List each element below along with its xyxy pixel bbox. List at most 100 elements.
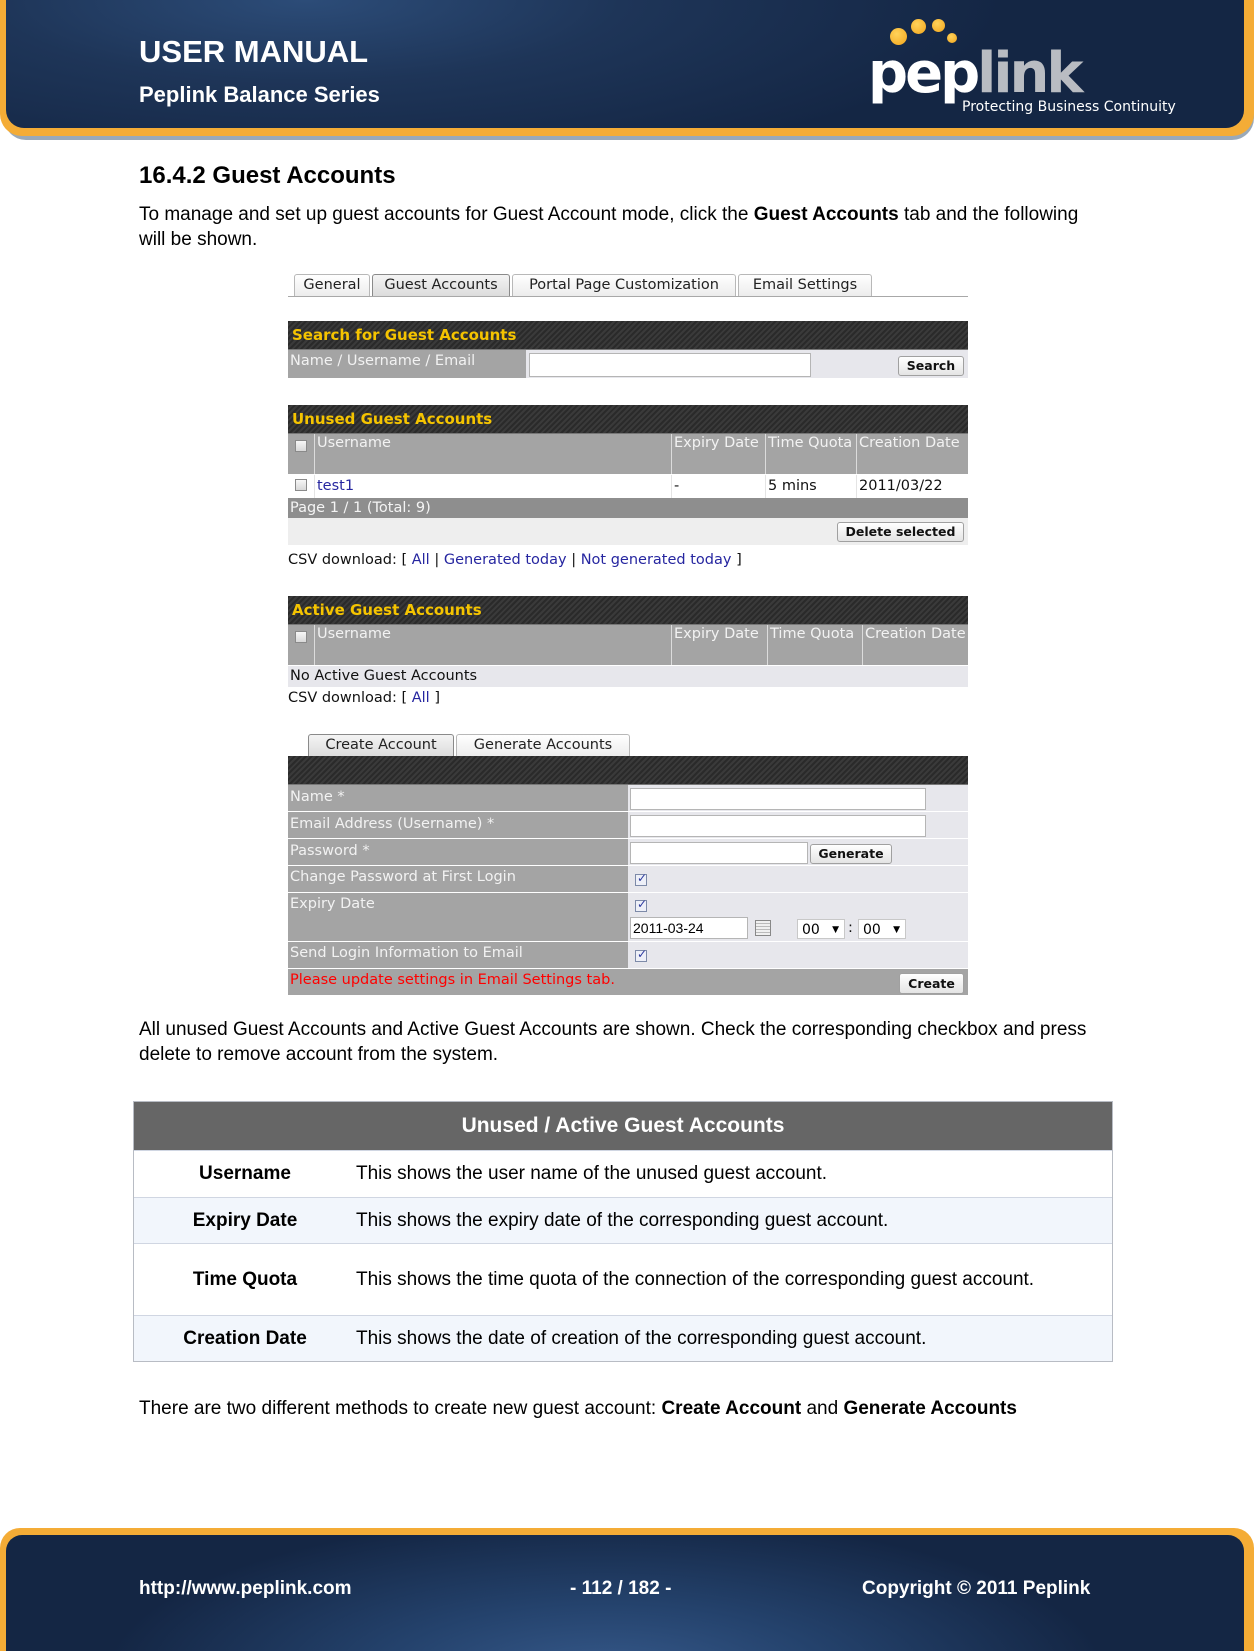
reference-desc: This shows the user name of the unused g… bbox=[356, 1163, 828, 1184]
tab-email-settings[interactable]: Email Settings bbox=[738, 274, 872, 296]
search-button[interactable]: Search bbox=[898, 356, 964, 376]
email-label: Email Address (Username) * bbox=[288, 812, 628, 838]
row-checkbox[interactable] bbox=[295, 479, 307, 491]
closing-text-and: and bbox=[801, 1398, 844, 1419]
unused-section-header: Unused Guest Accounts bbox=[288, 405, 968, 434]
active-csv-download: CSV download: [ All ] bbox=[288, 690, 440, 706]
closing-bold-generate: Generate Accounts bbox=[843, 1398, 1017, 1419]
change-password-cell bbox=[628, 866, 968, 892]
expiry-hour-select[interactable]: 00 ▼ bbox=[797, 919, 845, 939]
csv-not-generated-today-link[interactable]: Not generated today bbox=[581, 552, 732, 568]
csv-separator: | bbox=[571, 552, 577, 568]
password-label: Password * bbox=[288, 839, 628, 865]
unused-csv-download: CSV download: [ All | Generated today | … bbox=[288, 552, 742, 568]
email-settings-warning: Please update settings in Email Settings… bbox=[290, 972, 615, 988]
reference-term: Expiry Date bbox=[192, 1209, 298, 1231]
send-login-label: Send Login Information to Email bbox=[288, 942, 628, 968]
footer-copyright: Copyright © 2011 Peplink bbox=[862, 1578, 1091, 1599]
csv-end: ] bbox=[434, 690, 440, 706]
create-button[interactable]: Create bbox=[899, 973, 964, 994]
csv-all-link[interactable]: All bbox=[412, 690, 430, 706]
unused-select-all-checkbox[interactable] bbox=[295, 440, 307, 452]
name-label: Name * bbox=[288, 785, 628, 811]
reference-desc: This shows the expiry date of the corres… bbox=[356, 1209, 889, 1231]
send-login-checkbox[interactable] bbox=[635, 947, 647, 962]
tab-portal-page-customization[interactable]: Portal Page Customization bbox=[512, 274, 736, 296]
csv-generated-today-link[interactable]: Generated today bbox=[444, 552, 567, 568]
dropdown-caret-icon: ▼ bbox=[832, 925, 839, 935]
generate-password-button[interactable]: Generate bbox=[810, 844, 892, 864]
tab-generate-accounts[interactable]: Generate Accounts bbox=[456, 734, 630, 756]
footer-page-number: - 112 / 182 - bbox=[570, 1578, 672, 1599]
reference-term: Username bbox=[199, 1163, 291, 1184]
tab-general[interactable]: General bbox=[294, 274, 370, 296]
active-col-quota: Time Quota bbox=[768, 625, 863, 665]
create-section-header bbox=[288, 756, 968, 785]
active-section-header: Active Guest Accounts bbox=[288, 596, 968, 625]
active-select-all-checkbox[interactable] bbox=[295, 631, 307, 643]
expiry-date-input[interactable] bbox=[630, 917, 748, 939]
unused-section-title: Unused Guest Accounts bbox=[292, 410, 493, 428]
expiry-hour-value: 00 bbox=[802, 922, 820, 938]
csv-end: ] bbox=[736, 552, 742, 568]
password-input[interactable] bbox=[630, 842, 808, 864]
row-username-link[interactable]: test1 bbox=[315, 475, 672, 498]
page-footer: http://www.peplink.com - 112 / 182 - Cop… bbox=[0, 1528, 1254, 1651]
logo-tagline: Protecting Business Continuity bbox=[962, 99, 1176, 115]
send-login-cell bbox=[628, 942, 968, 968]
row-expiry: - bbox=[672, 475, 766, 498]
closing-paragraph: There are two different methods to creat… bbox=[139, 1396, 1139, 1421]
row-checkbox-cell bbox=[288, 475, 315, 498]
tab-guest-accounts[interactable]: Guest Accounts bbox=[372, 274, 510, 296]
expiry-minute-value: 00 bbox=[863, 922, 881, 938]
reference-row: Creation Date This shows the date of cre… bbox=[134, 1315, 1112, 1361]
reference-row: Time Quota This shows the time quota of … bbox=[134, 1243, 1112, 1315]
footer-url[interactable]: http://www.peplink.com bbox=[139, 1578, 352, 1600]
csv-label: CSV download: [ bbox=[288, 552, 408, 568]
row-created: 2011/03/22 bbox=[857, 475, 968, 498]
closing-text: There are two different methods to creat… bbox=[139, 1398, 662, 1419]
section-title: 16.4.2 Guest Accounts bbox=[139, 162, 396, 189]
active-col-created: Creation Date bbox=[863, 625, 968, 665]
csv-label: CSV download: [ bbox=[288, 690, 408, 706]
email-input[interactable] bbox=[630, 815, 926, 837]
logo-wordmark-pep: pep bbox=[868, 41, 980, 106]
closing-bold-create: Create Account bbox=[661, 1398, 802, 1419]
csv-all-link[interactable]: All bbox=[412, 552, 430, 568]
active-col-expiry: Expiry Date bbox=[672, 625, 768, 665]
expiry-date-label: Expiry Date bbox=[288, 893, 628, 941]
peplink-logo: peplink Protecting Business Continuity bbox=[866, 16, 1196, 121]
reference-row: Username This shows the user name of the… bbox=[134, 1150, 1112, 1197]
intro-paragraph: To manage and set up guest accounts for … bbox=[139, 202, 1099, 252]
name-input[interactable] bbox=[630, 788, 926, 810]
reference-term: Time Quota bbox=[192, 1268, 298, 1290]
row-quota: 5 mins bbox=[766, 475, 857, 498]
calendar-icon[interactable] bbox=[755, 920, 771, 936]
csv-separator: | bbox=[434, 552, 440, 568]
page-header: USER MANUAL Peplink Balance Series pepli… bbox=[0, 0, 1254, 140]
unused-col-quota: Time Quota bbox=[766, 434, 857, 474]
dropdown-caret-icon: ▼ bbox=[893, 925, 900, 935]
unused-pagination: Page 1 / 1 (Total: 9) bbox=[288, 498, 968, 518]
tab-create-account[interactable]: Create Account bbox=[308, 734, 454, 756]
search-label: Name / Username / Email bbox=[288, 350, 526, 378]
expiry-minute-select[interactable]: 00 ▼ bbox=[858, 919, 906, 939]
change-password-checkbox[interactable] bbox=[635, 871, 647, 886]
intro-bold: Guest Accounts bbox=[753, 204, 899, 225]
manual-title: USER MANUAL bbox=[139, 34, 369, 69]
create-tabs: Create Account Generate Accounts bbox=[288, 730, 968, 756]
reference-desc: This shows the time quota of the connect… bbox=[356, 1268, 1035, 1290]
reference-table: Unused / Active Guest Accounts Username … bbox=[133, 1101, 1113, 1362]
search-input[interactable] bbox=[529, 353, 811, 377]
expiry-date-checkbox[interactable] bbox=[635, 897, 647, 912]
delete-selected-button[interactable]: Delete selected bbox=[837, 522, 964, 542]
change-password-label: Change Password at First Login bbox=[288, 866, 628, 892]
settings-tabs: General Guest Accounts Portal Page Custo… bbox=[288, 270, 968, 297]
reference-table-title: Unused / Active Guest Accounts bbox=[134, 1102, 1112, 1150]
active-section-title: Active Guest Accounts bbox=[292, 601, 482, 619]
logo-wordmark-link: link bbox=[977, 41, 1083, 106]
time-separator: : bbox=[848, 920, 853, 936]
active-empty-message: No Active Guest Accounts bbox=[288, 666, 968, 687]
search-section-header: Search for Guest Accounts bbox=[288, 321, 968, 350]
logo-dot-icon bbox=[932, 19, 945, 32]
